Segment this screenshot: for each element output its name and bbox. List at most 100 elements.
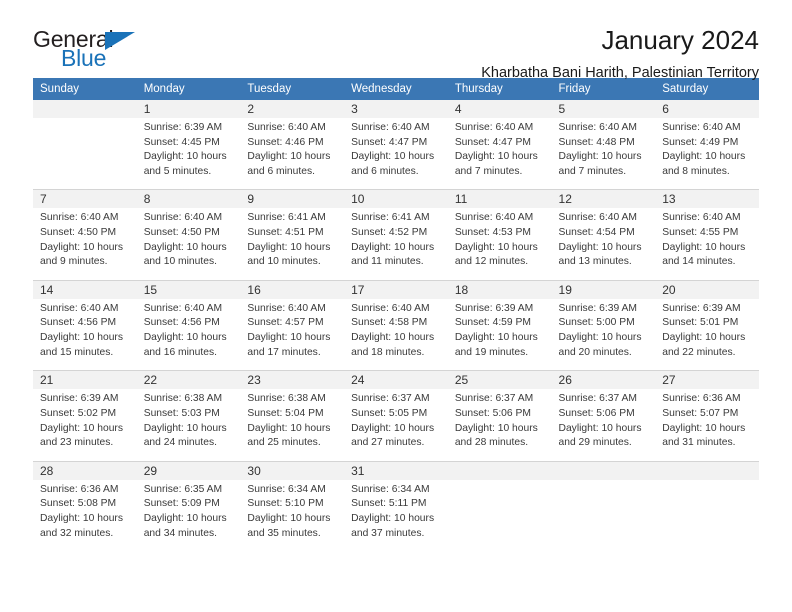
day-cell-27[interactable]: Sunrise: 6:36 AM Sunset: 5:07 PM Daylight:… xyxy=(655,389,759,462)
day-info-line: Sunrise: 6:40 AM xyxy=(40,212,119,224)
general-blue-logo[interactable]: General Blue xyxy=(33,26,145,76)
day-info-line: Sunrise: 6:40 AM xyxy=(662,212,741,224)
day-info-line: Daylight: 10 hours xyxy=(247,151,331,163)
day-cell-6[interactable]: Sunrise: 6:40 AM Sunset: 4:49 PM Daylight:… xyxy=(655,118,759,190)
day-number-10[interactable]: 10 xyxy=(344,189,448,209)
day-number-28[interactable]: 28 xyxy=(33,460,137,480)
day-cell-3[interactable]: Sunrise: 6:40 AM Sunset: 4:47 PM Daylight:… xyxy=(344,118,448,190)
day-number-empty xyxy=(447,460,552,480)
day-cell-16[interactable]: Sunrise: 6:40 AM Sunset: 4:57 PM Daylight:… xyxy=(240,298,345,371)
day-cell-26[interactable]: Sunrise: 6:37 AM Sunset: 5:06 PM Daylight:… xyxy=(551,389,656,462)
day-number-18[interactable]: 18 xyxy=(447,279,552,299)
day-number-4[interactable]: 4 xyxy=(447,100,552,118)
day-cell-21[interactable]: Sunrise: 6:39 AM Sunset: 5:02 PM Daylight:… xyxy=(33,389,137,462)
day-info-line: and 25 minutes. xyxy=(247,437,321,449)
day-number-20[interactable]: 20 xyxy=(655,279,759,299)
day-number-13[interactable]: 13 xyxy=(655,189,759,209)
day-number-30[interactable]: 30 xyxy=(240,460,345,480)
day-number-15[interactable]: 15 xyxy=(136,279,241,299)
day-cell-9[interactable]: Sunrise: 6:41 AM Sunset: 4:51 PM Daylight:… xyxy=(240,208,345,281)
day-number-24[interactable]: 24 xyxy=(344,370,448,390)
day-cell-22[interactable]: Sunrise: 6:38 AM Sunset: 5:03 PM Daylight:… xyxy=(136,389,241,462)
day-number-1[interactable]: 1 xyxy=(136,100,241,118)
day-info-line: Daylight: 10 hours xyxy=(40,422,123,434)
day-cell-24[interactable]: Sunrise: 6:37 AM Sunset: 5:05 PM Daylight:… xyxy=(344,389,448,462)
day-cell-29[interactable]: Sunrise: 6:35 AM Sunset: 5:09 PM Daylight:… xyxy=(136,479,241,552)
day-info-line: Daylight: 10 hours xyxy=(662,332,746,344)
calendar-page: General Blue January 2024 Kharbatha Bani… xyxy=(0,0,792,612)
day-cell-18[interactable]: Sunrise: 6:39 AM Sunset: 4:59 PM Daylight:… xyxy=(447,298,552,371)
day-info-line: Sunrise: 6:35 AM xyxy=(143,483,223,495)
day-info-line: Daylight: 10 hours xyxy=(40,332,123,344)
week-detail-row: Sunrise: 6:40 AM Sunset: 4:56 PM Daylight:… xyxy=(33,298,759,371)
day-info-line: and 35 minutes. xyxy=(247,527,321,539)
day-number-19[interactable]: 19 xyxy=(551,279,656,299)
day-number-17[interactable]: 17 xyxy=(344,279,448,299)
day-cell-11[interactable]: Sunrise: 6:40 AM Sunset: 4:53 PM Daylight:… xyxy=(447,208,552,281)
page-title: January 2024 xyxy=(601,25,759,55)
day-info-line: and 17 minutes. xyxy=(247,346,321,358)
day-number-5[interactable]: 5 xyxy=(551,100,656,118)
day-cell-1[interactable]: Sunrise: 6:39 AM Sunset: 4:45 PM Daylight:… xyxy=(136,118,241,190)
day-number-9[interactable]: 9 xyxy=(240,189,345,209)
day-number-empty xyxy=(655,460,759,480)
day-cell-23[interactable]: Sunrise: 6:38 AM Sunset: 5:04 PM Daylight:… xyxy=(240,389,345,462)
day-info-line: Daylight: 10 hours xyxy=(558,151,642,163)
day-cell-7[interactable]: Sunrise: 6:40 AM Sunset: 4:50 PM Daylight:… xyxy=(33,208,137,281)
day-info-line: and 29 minutes. xyxy=(558,437,632,449)
day-info-line: and 8 minutes. xyxy=(662,165,730,177)
day-number-29[interactable]: 29 xyxy=(136,460,241,480)
day-number-8[interactable]: 8 xyxy=(136,189,241,209)
day-number-27[interactable]: 27 xyxy=(655,370,759,390)
day-info-line: Daylight: 10 hours xyxy=(143,151,227,163)
day-info-line: Daylight: 10 hours xyxy=(351,332,435,344)
day-cell-2[interactable]: Sunrise: 6:40 AM Sunset: 4:46 PM Daylight:… xyxy=(240,118,345,190)
day-info-line: and 27 minutes. xyxy=(351,437,425,449)
day-number-21[interactable]: 21 xyxy=(33,370,137,390)
day-info-line: Sunrise: 6:34 AM xyxy=(351,483,430,495)
day-cell-20[interactable]: Sunrise: 6:39 AM Sunset: 5:01 PM Daylight:… xyxy=(655,298,759,371)
day-number-22[interactable]: 22 xyxy=(136,370,241,390)
day-cell-4[interactable]: Sunrise: 6:40 AM Sunset: 4:47 PM Daylight:… xyxy=(447,118,552,190)
day-cell-31[interactable]: Sunrise: 6:34 AM Sunset: 5:11 PM Daylight:… xyxy=(344,479,448,552)
day-info-line: and 5 minutes. xyxy=(143,165,212,177)
day-cell-14[interactable]: Sunrise: 6:40 AM Sunset: 4:56 PM Daylight:… xyxy=(33,298,137,371)
day-info-line: Daylight: 10 hours xyxy=(558,241,642,253)
day-number-14[interactable]: 14 xyxy=(33,279,137,299)
day-number-11[interactable]: 11 xyxy=(447,189,552,209)
day-info-line: Sunset: 4:57 PM xyxy=(247,317,324,329)
day-info-line: and 11 minutes. xyxy=(351,256,424,268)
day-info-line: Daylight: 10 hours xyxy=(40,241,123,253)
day-cell-28[interactable]: Sunrise: 6:36 AM Sunset: 5:08 PM Daylight:… xyxy=(33,479,137,552)
day-cell-19[interactable]: Sunrise: 6:39 AM Sunset: 5:00 PM Daylight:… xyxy=(551,298,656,371)
week-detail-row: Sunrise: 6:36 AM Sunset: 5:08 PM Daylight:… xyxy=(33,479,759,552)
day-number-31[interactable]: 31 xyxy=(344,460,448,480)
day-cell-30[interactable]: Sunrise: 6:34 AM Sunset: 5:10 PM Daylight:… xyxy=(240,479,345,552)
day-cell-12[interactable]: Sunrise: 6:40 AM Sunset: 4:54 PM Daylight:… xyxy=(551,208,656,281)
day-number-7[interactable]: 7 xyxy=(33,189,137,209)
day-number-12[interactable]: 12 xyxy=(551,189,656,209)
day-number-26[interactable]: 26 xyxy=(551,370,656,390)
day-number-6[interactable]: 6 xyxy=(655,100,759,118)
day-info-line: Daylight: 10 hours xyxy=(558,422,642,434)
day-info-line: Sunset: 5:10 PM xyxy=(247,498,324,510)
day-info-line: and 14 minutes. xyxy=(662,256,736,268)
day-number-16[interactable]: 16 xyxy=(240,279,345,299)
calendar-table: Sunday Monday Tuesday Wednesday Thursday Frid… xyxy=(33,78,759,552)
day-number-2[interactable]: 2 xyxy=(240,100,345,118)
day-cell-17[interactable]: Sunrise: 6:40 AM Sunset: 4:58 PM Daylight:… xyxy=(344,298,448,371)
day-info-line: Sunrise: 6:40 AM xyxy=(247,302,326,314)
day-number-23[interactable]: 23 xyxy=(240,370,345,390)
day-cell-10[interactable]: Sunrise: 6:41 AM Sunset: 4:52 PM Daylight:… xyxy=(344,208,448,281)
day-number-25[interactable]: 25 xyxy=(447,370,552,390)
day-cell-8[interactable]: Sunrise: 6:40 AM Sunset: 4:50 PM Daylight:… xyxy=(136,208,241,281)
day-cell-13[interactable]: Sunrise: 6:40 AM Sunset: 4:55 PM Daylight:… xyxy=(655,208,759,281)
day-cell-15[interactable]: Sunrise: 6:40 AM Sunset: 4:56 PM Daylight:… xyxy=(136,298,241,371)
day-info-line: Sunset: 4:46 PM xyxy=(247,136,324,148)
day-info-line: and 9 minutes. xyxy=(40,256,108,268)
day-info-line: Sunset: 5:00 PM xyxy=(558,317,635,329)
day-number-3[interactable]: 3 xyxy=(344,100,448,118)
day-info-line: Sunset: 4:58 PM xyxy=(351,317,428,329)
day-cell-25[interactable]: Sunrise: 6:37 AM Sunset: 5:06 PM Daylight:… xyxy=(447,389,552,462)
day-cell-5[interactable]: Sunrise: 6:40 AM Sunset: 4:48 PM Daylight:… xyxy=(551,118,656,190)
